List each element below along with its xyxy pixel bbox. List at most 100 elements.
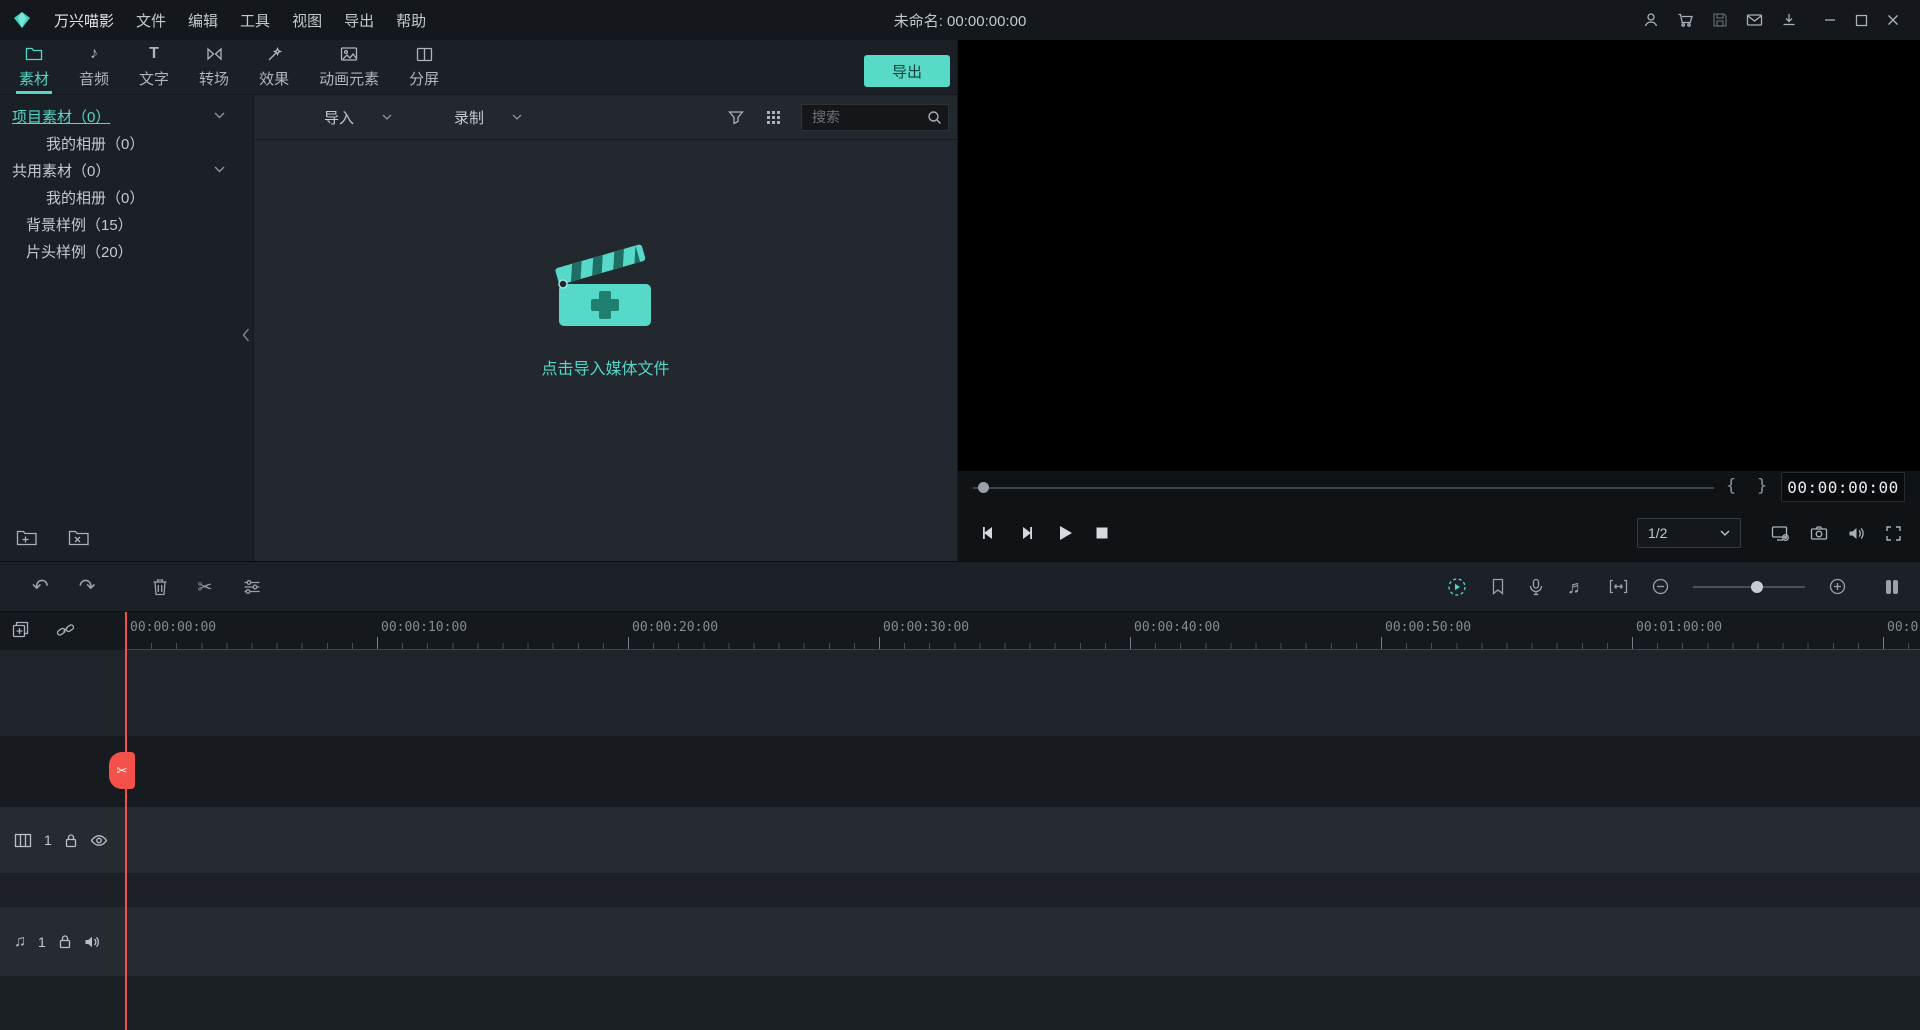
sidebar-item-my-album-1[interactable]: 我的相册（0）	[0, 130, 253, 157]
tab-elements[interactable]: 动画元素	[304, 40, 394, 94]
split-scissors-button[interactable]: ✂	[198, 577, 213, 597]
elements-icon	[340, 45, 358, 63]
fullscreen-button[interactable]	[1885, 525, 1902, 542]
tab-transition[interactable]: 转场	[184, 40, 244, 94]
marker-button[interactable]	[1491, 578, 1505, 595]
adjust-properties-button[interactable]	[243, 579, 261, 595]
export-button[interactable]: 导出	[864, 55, 950, 87]
zoom-in-button[interactable]	[1829, 578, 1846, 595]
download-resources-icon[interactable]	[1781, 12, 1797, 28]
zoom-slider-track[interactable]	[1693, 586, 1805, 588]
library-tab-bar: 素材 ♪ 音频 T 文字 转场 效果 动画元素 分屏	[0, 40, 957, 95]
timeline-empty-band	[0, 736, 1920, 807]
import-media-dropzone[interactable]: 点击导入媒体文件	[254, 235, 957, 379]
sidebar-item-shared-assets[interactable]: 共用素材（0）	[0, 157, 253, 184]
voiceover-mic-button[interactable]	[1529, 578, 1543, 596]
tab-label: 分屏	[409, 68, 439, 89]
track-manager-button[interactable]	[1884, 578, 1900, 596]
tab-text[interactable]: T 文字	[124, 40, 184, 94]
menu-item-edit[interactable]: 编辑	[188, 10, 218, 31]
media-panel: 导入 录制	[253, 95, 957, 561]
speaker-volume-button[interactable]	[1848, 526, 1865, 541]
sidebar-item-project-assets[interactable]: 项目素材（0）	[0, 103, 253, 130]
seek-bar-track[interactable]	[973, 487, 1714, 489]
auto-ripple-link-button[interactable]	[56, 621, 75, 639]
collapse-panel-handle[interactable]	[242, 328, 250, 342]
search-icon[interactable]	[927, 110, 942, 125]
next-frame-button[interactable]	[1018, 525, 1035, 541]
split-screen-icon	[416, 45, 433, 63]
menu-item-file[interactable]: 文件	[136, 10, 166, 31]
redo-button[interactable]: ↷	[79, 577, 96, 597]
sidebar-item-my-album-2[interactable]: 我的相册（0）	[0, 184, 253, 211]
save-icon[interactable]	[1712, 12, 1728, 28]
snapshot-camera-button[interactable]	[1810, 525, 1828, 541]
previous-frame-button[interactable]	[980, 525, 997, 541]
library-sidebar: 项目素材（0） 我的相册（0） 共用素材（0） 我的相册（0） 背景样例（15）…	[0, 95, 253, 561]
tab-effects[interactable]: 效果	[244, 40, 304, 94]
undo-button[interactable]: ↶	[32, 577, 49, 597]
audio-mixer-button[interactable]: ♬	[1567, 577, 1585, 597]
account-icon[interactable]	[1643, 12, 1659, 28]
menu-item-help[interactable]: 帮助	[396, 10, 426, 31]
audio-track-icon: ♫	[14, 933, 26, 951]
seek-bar-handle[interactable]	[978, 482, 989, 493]
menu-item-tools[interactable]: 工具	[240, 10, 270, 31]
render-preview-button[interactable]	[1447, 577, 1467, 597]
lock-icon[interactable]	[58, 934, 72, 949]
chevron-down-icon[interactable]	[382, 114, 392, 120]
add-media-to-track-button[interactable]	[12, 621, 32, 639]
delete-button[interactable]	[152, 578, 168, 596]
new-folder-button[interactable]	[16, 529, 38, 547]
zoom-out-button[interactable]	[1652, 578, 1669, 595]
video-track-header: 1	[0, 807, 126, 873]
minimize-button[interactable]	[1823, 13, 1837, 27]
preview-zoom-select[interactable]: 1/2	[1637, 518, 1741, 548]
preview-panel: { } 00:00:00:00 1/2	[958, 40, 1920, 561]
maximize-button[interactable]	[1855, 14, 1868, 27]
mark-out-button[interactable]: }	[1757, 476, 1767, 496]
sidebar-item-label: 片头样例（20）	[26, 241, 133, 262]
tab-label: 效果	[259, 68, 289, 89]
zoom-slider-knob[interactable]	[1751, 581, 1763, 593]
play-button[interactable]	[1056, 524, 1074, 542]
import-label: 导入	[324, 107, 354, 128]
stop-button[interactable]	[1095, 526, 1109, 540]
empty-state-text: 点击导入媒体文件	[541, 355, 669, 379]
speaker-icon[interactable]	[84, 935, 100, 949]
mark-in-button[interactable]: {	[1726, 476, 1736, 496]
filter-button[interactable]	[728, 110, 744, 125]
video-track-lane[interactable]	[0, 807, 1920, 873]
chevron-down-icon[interactable]	[512, 114, 522, 120]
sidebar-item-background-samples[interactable]: 背景样例（15）	[0, 211, 253, 238]
playhead-line	[125, 612, 127, 1030]
sidebar-item-intro-samples[interactable]: 片头样例（20）	[0, 238, 253, 265]
eye-icon[interactable]	[90, 834, 108, 847]
tab-splitscreen[interactable]: 分屏	[394, 40, 454, 94]
timeline-ruler[interactable]: 00:00:00:00 00:00:10:00 00:00:20:00 00:0…	[0, 612, 1920, 650]
lock-icon[interactable]	[64, 833, 78, 848]
grid-view-button[interactable]	[766, 110, 781, 125]
timeline-zoom-slider[interactable]	[1693, 580, 1805, 594]
record-button[interactable]: 录制	[454, 107, 522, 128]
tab-audio[interactable]: ♪ 音频	[64, 40, 124, 94]
store-cart-icon[interactable]	[1677, 12, 1694, 28]
app-logo-icon	[12, 10, 32, 30]
feedback-mail-icon[interactable]	[1746, 13, 1763, 27]
fit-timeline-button[interactable]	[1609, 579, 1628, 594]
transition-icon	[206, 45, 223, 63]
timeline-empty-band	[0, 976, 1920, 1030]
menu-item-view[interactable]: 视图	[292, 10, 322, 31]
import-button[interactable]: 导入	[324, 107, 392, 128]
audio-track-lane[interactable]	[0, 907, 1920, 976]
music-note-icon: ♪	[90, 45, 98, 63]
display-settings-button[interactable]	[1771, 525, 1790, 542]
chevron-down-icon[interactable]	[214, 166, 225, 173]
close-button[interactable]	[1886, 13, 1900, 27]
delete-folder-button[interactable]	[68, 529, 90, 547]
menu-item-export[interactable]: 导出	[344, 10, 374, 31]
chevron-down-icon[interactable]	[214, 112, 225, 119]
tab-media[interactable]: 素材	[4, 40, 64, 94]
playhead-split-handle[interactable]: ✂	[109, 752, 135, 789]
tab-label: 音频	[79, 68, 109, 89]
